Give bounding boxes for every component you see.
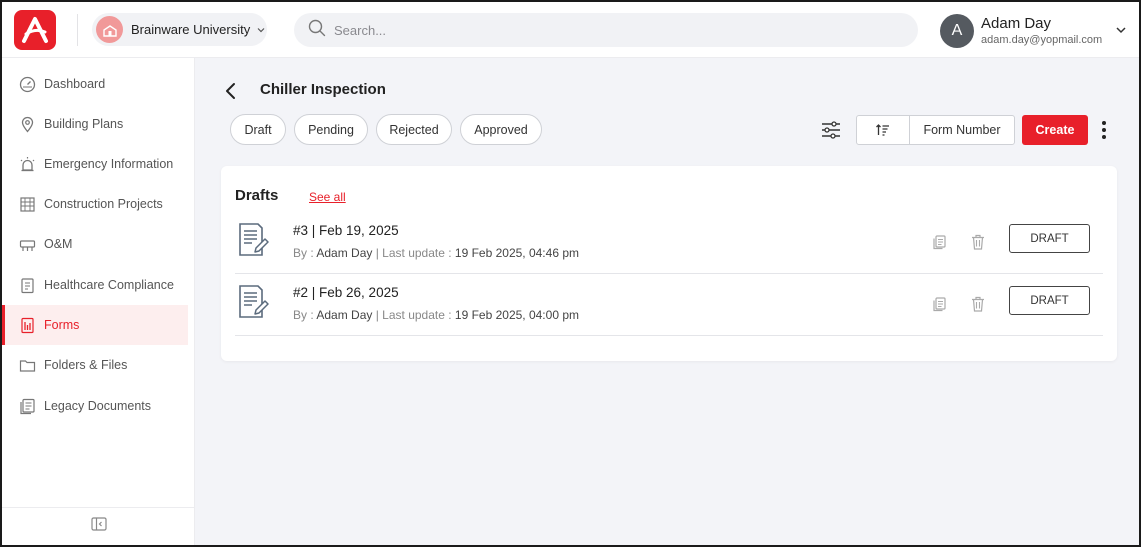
- sidebar-item-label: Folders & Files: [44, 358, 128, 372]
- organization-name: Brainware University: [131, 22, 251, 37]
- page-title: Chiller Inspection: [260, 81, 386, 98]
- clipboard-icon: [18, 276, 36, 294]
- filter-chip-approved[interactable]: Approved: [460, 114, 542, 145]
- documents-icon: [18, 397, 36, 415]
- folder-icon: [18, 356, 36, 374]
- see-all-link[interactable]: See all: [309, 190, 346, 204]
- user-email: adam.day@yopmail.com: [981, 34, 1103, 46]
- sidebar-item-label: Healthcare Compliance: [44, 278, 174, 292]
- sidebar-item-dashboard[interactable]: Dashboard: [2, 64, 188, 104]
- draft-title: #2 | Feb 26, 2025: [293, 285, 399, 300]
- sidebar-item-building-plans[interactable]: Building Plans: [2, 104, 188, 144]
- sidebar-item-label: Construction Projects: [44, 197, 163, 211]
- sidebar-item-label: Building Plans: [44, 117, 124, 131]
- form-icon: [18, 316, 36, 334]
- sidebar-item-legacy-documents[interactable]: Legacy Documents: [2, 386, 188, 426]
- alarm-light-icon: [18, 155, 36, 173]
- toolbox-icon: [18, 235, 36, 253]
- app-frame: Brainware University A Adam Day adam.day…: [0, 0, 1141, 547]
- draft-author: Adam Day: [316, 246, 373, 260]
- copy-icon[interactable]: [932, 296, 948, 312]
- filter-settings-button[interactable]: [817, 118, 845, 142]
- sidebar-item-label: Dashboard: [44, 77, 106, 91]
- organization-selector[interactable]: Brainware University: [92, 13, 267, 46]
- chevron-left-icon: [226, 83, 235, 99]
- sidebar-item-label: Legacy Documents: [44, 399, 152, 413]
- logo-icon: [22, 17, 48, 43]
- filter-chip-pending[interactable]: Pending: [294, 114, 368, 145]
- draft-status-button[interactable]: DRAFT: [1009, 224, 1090, 253]
- sidebar-item-label: Forms: [44, 318, 80, 332]
- sidebar-item-emergency-information[interactable]: Emergency Information: [2, 144, 188, 184]
- header-divider: [77, 14, 78, 46]
- drafts-card: Drafts See all #3 | Feb 19, 2025 By : Ad…: [221, 166, 1117, 361]
- draft-meta: By : Adam Day | Last update : 19 Feb 202…: [293, 246, 579, 260]
- sidebar-item-label: Emergency Information: [44, 157, 174, 171]
- draft-author: Adam Day: [316, 308, 373, 322]
- draft-title: #3 | Feb 19, 2025: [293, 223, 399, 238]
- gauge-icon: [18, 75, 36, 93]
- construction-icon: [18, 195, 36, 213]
- chevron-down-icon: [256, 25, 266, 35]
- trash-icon[interactable]: [970, 234, 986, 250]
- sliders-icon: [822, 121, 840, 139]
- sidebar: Dashboard Building Plans Emergency Infor…: [2, 58, 195, 545]
- filter-chip-rejected[interactable]: Rejected: [376, 114, 452, 145]
- list-item[interactable]: #3 | Feb 19, 2025 By : Adam Day | Last u…: [235, 212, 1103, 274]
- document-edit-icon: [239, 223, 269, 256]
- sidebar-footer: [2, 507, 195, 545]
- draft-meta: By : Adam Day | Last update : 19 Feb 202…: [293, 308, 579, 322]
- chevron-down-icon[interactable]: [1114, 23, 1128, 42]
- search-icon: [308, 19, 326, 42]
- drafts-title: Drafts: [235, 187, 279, 204]
- trash-icon[interactable]: [970, 296, 986, 312]
- search-bar: [294, 13, 918, 47]
- last-update-label: Last update :: [382, 308, 452, 322]
- sidebar-item-om[interactable]: O&M: [2, 224, 188, 264]
- user-menu[interactable]: A Adam Day adam.day@yopmail.com: [940, 11, 1130, 51]
- draft-status-button[interactable]: DRAFT: [1009, 286, 1090, 315]
- last-update-label: Last update :: [382, 246, 452, 260]
- sidebar-item-construction-projects[interactable]: Construction Projects: [2, 184, 188, 224]
- sidebar-item-forms[interactable]: Forms: [2, 305, 188, 345]
- top-bar: Brainware University A Adam Day adam.day…: [2, 2, 1139, 58]
- search-input[interactable]: [334, 22, 894, 38]
- by-label: By :: [293, 246, 314, 260]
- sort-control: Form Number: [856, 115, 1015, 145]
- collapse-sidebar-icon[interactable]: [90, 517, 107, 536]
- draft-updated: 19 Feb 2025, 04:00 pm: [454, 308, 579, 322]
- user-name: Adam Day: [981, 15, 1052, 32]
- user-info: Adam Day adam.day@yopmail.com: [981, 15, 1102, 47]
- draft-updated: 19 Feb 2025, 04:46 pm: [454, 246, 579, 260]
- sort-field-button[interactable]: Form Number: [910, 116, 1014, 144]
- sidebar-item-label: O&M: [44, 237, 73, 251]
- avatar: A: [940, 14, 974, 48]
- create-button[interactable]: Create: [1022, 115, 1088, 145]
- app-logo[interactable]: [14, 10, 56, 50]
- document-edit-icon: [239, 285, 269, 318]
- sort-ascending-icon: [876, 124, 889, 136]
- more-options-button[interactable]: [1096, 117, 1112, 143]
- sidebar-item-folders-files[interactable]: Folders & Files: [2, 345, 188, 385]
- list-item[interactable]: #2 | Feb 26, 2025 By : Adam Day | Last u…: [235, 274, 1103, 336]
- by-label: By :: [293, 308, 314, 322]
- map-pin-icon: [18, 115, 36, 133]
- back-button[interactable]: [220, 80, 240, 102]
- filter-chip-draft[interactable]: Draft: [230, 114, 286, 145]
- sidebar-item-healthcare-compliance[interactable]: Healthcare Compliance: [2, 265, 188, 305]
- kebab-menu-icon: [1102, 121, 1106, 139]
- organization-icon: [96, 16, 123, 43]
- sort-direction-button[interactable]: [857, 116, 910, 144]
- copy-icon[interactable]: [932, 234, 948, 250]
